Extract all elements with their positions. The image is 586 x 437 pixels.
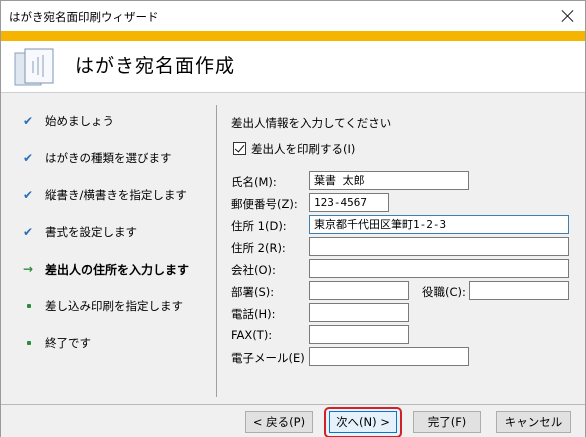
wizard-body: ✔ 始めましょう ✔ はがきの種類を選びます ✔ 縦書き/横書きを指定します ✔…	[1, 93, 585, 404]
next-button[interactable]: 次へ(N) >	[329, 411, 397, 433]
sender-form: 差出人情報を入力してください 差出人を印刷する(I) 氏名(M): 葉書 太郎 …	[231, 93, 581, 404]
fax-field[interactable]	[309, 325, 409, 344]
cancel-button[interactable]: キャンセル	[496, 411, 571, 433]
postal-code-label: 郵便番号(Z):	[231, 197, 298, 211]
print-sender-label[interactable]: 差出人を印刷する(I)	[251, 141, 355, 157]
button-bar: < 戻る(P) 次へ(N) > 完了(F) キャンセル	[1, 404, 585, 437]
department-field[interactable]	[309, 281, 409, 300]
step-label: はがきの種類を選びます	[45, 151, 172, 165]
step-label: 始めましょう	[45, 114, 114, 128]
header-banner-stripe	[1, 31, 585, 41]
address2-field[interactable]	[309, 237, 569, 256]
step-label: 差し込み印刷を指定します	[45, 299, 183, 313]
checkmark-icon: ✔	[23, 225, 34, 239]
title-bar: はがき宛名面印刷ウィザード	[1, 1, 585, 31]
email-field[interactable]	[309, 347, 469, 366]
address1-label: 住所 1(D):	[231, 219, 287, 233]
wizard-window: はがき宛名面印刷ウィザード はがき宛名面作成 ✔ 始めましょう ✔ はがきの種類…	[0, 0, 586, 437]
checkmark-icon: ✔	[23, 188, 34, 202]
finish-button[interactable]: 完了(F)	[413, 411, 481, 433]
arrow-right-icon: →	[23, 262, 34, 276]
phone-field[interactable]	[309, 303, 409, 322]
company-field[interactable]	[309, 259, 569, 278]
job-title-field[interactable]	[469, 281, 569, 300]
postcard-document-icon	[14, 48, 54, 86]
bullet-icon	[27, 304, 31, 308]
name-field[interactable]: 葉書 太郎	[309, 171, 469, 190]
email-label: 電子メール(E)	[231, 351, 305, 365]
panel-divider	[216, 105, 217, 397]
window-title: はがき宛名面印刷ウィザード	[9, 10, 159, 24]
company-label: 会社(O):	[231, 263, 276, 277]
step-label: 縦書き/横書きを指定します	[45, 188, 187, 202]
back-button[interactable]: < 戻る(P)	[245, 411, 313, 433]
step-label: 差出人の住所を入力します	[45, 263, 190, 277]
job-title-label: 役職(C):	[422, 285, 466, 299]
form-heading: 差出人情報を入力してください	[231, 116, 392, 130]
page-title: はがき宛名面作成	[75, 55, 236, 77]
address1-field[interactable]: 東京都千代田区筆町1-2-3	[309, 215, 569, 234]
phone-label: 電話(H):	[231, 307, 276, 321]
bullet-icon	[27, 341, 31, 345]
checkmark-icon: ✔	[23, 114, 34, 128]
department-label: 部署(S):	[231, 285, 275, 299]
print-sender-checkbox[interactable]	[233, 142, 246, 155]
close-icon[interactable]	[557, 5, 579, 27]
step-label: 書式を設定します	[45, 225, 137, 239]
name-label: 氏名(M):	[231, 175, 277, 189]
address2-label: 住所 2(R):	[231, 241, 286, 255]
checkmark-icon: ✔	[23, 151, 34, 165]
postal-code-field[interactable]: 123-4567	[309, 193, 389, 212]
step-list: ✔ 始めましょう ✔ はがきの種類を選びます ✔ 縦書き/横書きを指定します ✔…	[1, 93, 216, 404]
wizard-header: はがき宛名面作成	[1, 41, 585, 93]
step-label: 終了です	[45, 336, 91, 350]
fax-label: FAX(T):	[231, 328, 273, 342]
